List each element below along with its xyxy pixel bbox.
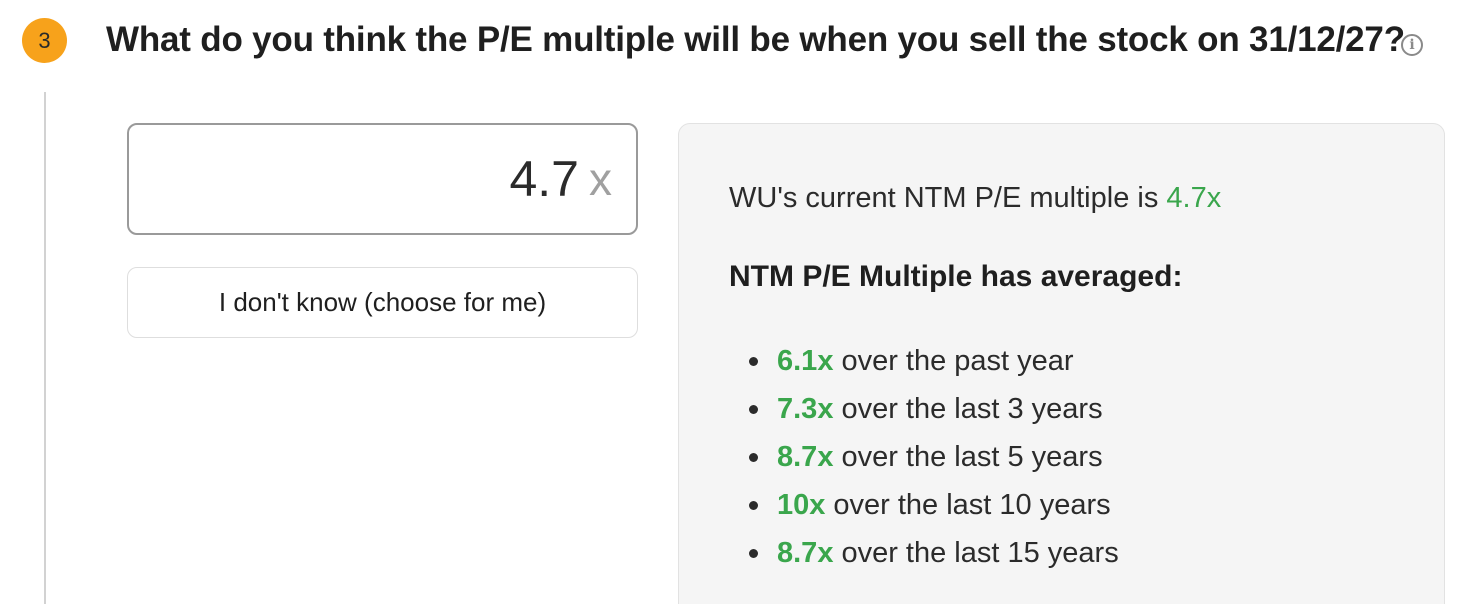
average-value: 6.1x [777,344,834,377]
dont-know-button[interactable]: I don't know (choose for me) [127,267,638,338]
step-number: 3 [38,27,51,53]
bullet-icon [749,452,758,462]
pe-info-panel: WU's current NTM P/E multiple is 4.7x NT… [678,123,1445,604]
info-icon-glyph: i [1409,37,1415,53]
list-item: 10x over the last 10 years [729,481,1119,529]
current-pe-prefix: WU's current NTM P/E multiple is [729,182,1167,214]
average-period: over the past year [841,344,1074,377]
average-value: 8.7x [777,536,834,569]
pe-multiple-input[interactable]: 4.7 x [127,123,638,235]
info-icon[interactable]: i [1401,34,1423,56]
step-number-badge: 3 [22,18,67,63]
current-pe-value: 4.7x [1166,182,1222,214]
bullet-icon [749,356,758,366]
bullet-icon [749,548,758,558]
step-rail-divider [44,92,46,604]
list-item: 6.1x over the past year [729,337,1119,385]
pe-multiple-suffix: x [589,153,612,205]
averaged-title: NTM P/E Multiple has averaged: [729,260,1183,293]
current-pe-line: WU's current NTM P/E multiple is 4.7x [729,182,1221,215]
averages-list: 6.1x over the past year 7.3x over the la… [729,337,1119,577]
average-value: 8.7x [777,440,834,473]
list-item: 8.7x over the last 15 years [729,529,1119,577]
average-period: over the last 10 years [833,488,1111,521]
list-item: 7.3x over the last 3 years [729,385,1119,433]
average-period: over the last 15 years [841,536,1119,569]
average-period: over the last 5 years [841,440,1103,473]
page: 3 What do you think the P/E multiple wil… [0,0,1464,604]
pe-multiple-value[interactable]: 4.7 [509,150,579,208]
average-period: over the last 3 years [841,392,1103,425]
bullet-icon [749,404,758,414]
average-value: 10x [777,488,826,521]
average-value: 7.3x [777,392,834,425]
list-item: 8.7x over the last 5 years [729,433,1119,481]
bullet-icon [749,500,758,510]
question-title: What do you think the P/E multiple will … [106,20,1405,59]
dont-know-button-label: I don't know (choose for me) [218,287,547,317]
